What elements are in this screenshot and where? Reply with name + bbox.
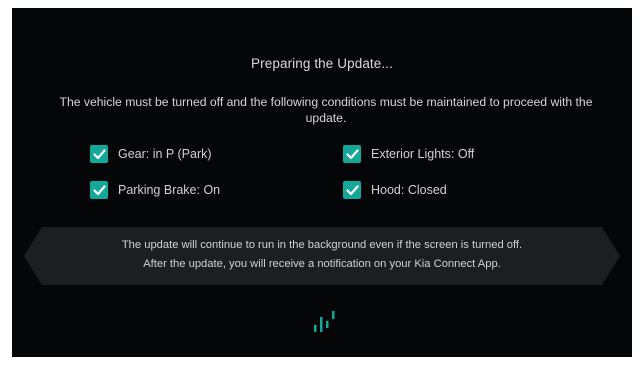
condition-label: Parking Brake: On: [118, 183, 221, 197]
condition-label: Hood: Closed: [371, 183, 447, 197]
checkmark-icon: [90, 145, 108, 163]
condition-parking-brake: Parking Brake: On: [90, 181, 220, 199]
notice-line: After the update, you will receive a not…: [143, 258, 501, 270]
condition-hood: Hood: Closed: [343, 181, 447, 199]
update-screen: Preparing the Update... The vehicle must…: [12, 8, 632, 357]
page-title: Preparing the Update...: [251, 56, 393, 71]
condition-label: Gear: in P (Park): [118, 147, 212, 161]
background-update-notice: The update will continue to run in the b…: [24, 227, 620, 285]
condition-exterior-lights: Exterior Lights: Off: [343, 145, 474, 163]
condition-gear: Gear: in P (Park): [90, 145, 212, 163]
checkmark-icon: [343, 145, 361, 163]
checkmark-icon: [90, 181, 108, 199]
checkmark-icon: [343, 181, 361, 199]
update-conditions-message: The vehicle must be turned off and the f…: [59, 95, 593, 125]
notice-line: The update will continue to run in the b…: [121, 239, 523, 251]
loading-bars-icon: [312, 308, 342, 341]
condition-label: Exterior Lights: Off: [371, 147, 475, 161]
